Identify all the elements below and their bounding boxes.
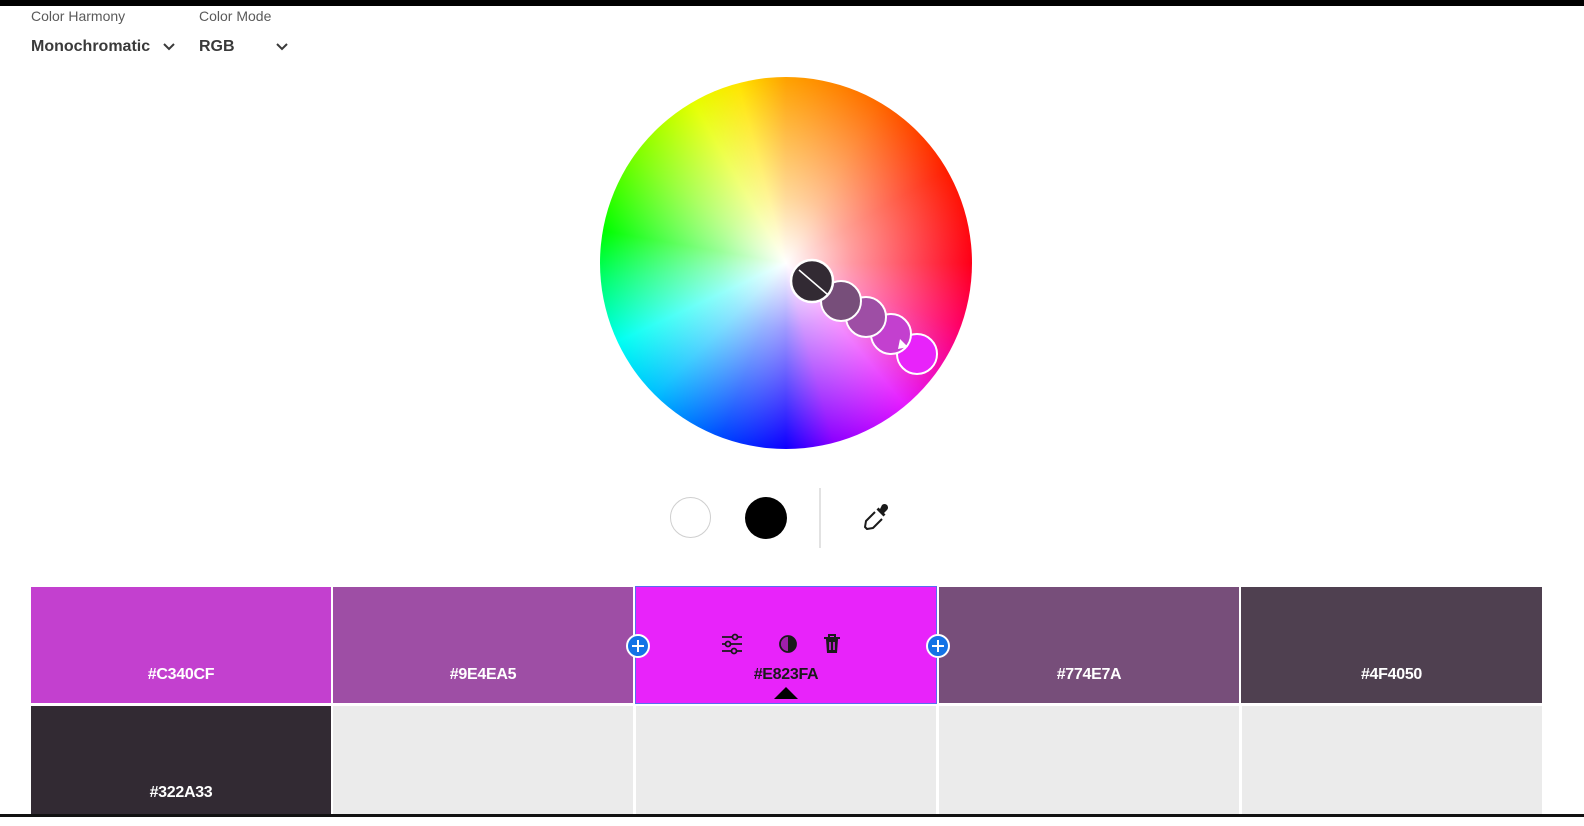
swatch-4[interactable]: #774E7A <box>939 587 1239 703</box>
white-color-button[interactable] <box>670 497 711 538</box>
color-harmony-control: Color Harmony Monochromatic <box>31 8 176 56</box>
tools-divider <box>819 488 821 548</box>
swatch-hex: #4F4050 <box>1360 666 1423 683</box>
selected-pointer <box>774 687 798 699</box>
swatch-3-selected[interactable]: #E823FA <box>635 586 937 704</box>
eyedropper-icon[interactable] <box>862 502 892 532</box>
swatch-hex: #C340CF <box>147 666 215 683</box>
chevron-down-icon <box>163 43 175 51</box>
top-border <box>0 0 1584 6</box>
empty-swatch-slot <box>333 706 633 824</box>
add-swatch-right-button[interactable] <box>926 634 950 658</box>
empty-swatch-slot <box>939 706 1239 824</box>
color-harmony-value: Monochromatic <box>31 38 151 55</box>
empty-swatch-slot <box>1242 706 1542 824</box>
swatch-hex: #9E4EA5 <box>449 666 517 683</box>
empty-swatch-slot <box>636 706 936 824</box>
color-harmony-dropdown[interactable]: Monochromatic <box>31 38 176 56</box>
palette: #C340CF #9E4EA5 #E823FA #774E7A #4F4050 … <box>31 586 1542 824</box>
color-mode-dropdown[interactable]: RGB <box>199 38 289 56</box>
color-mode-label: Color Mode <box>199 8 272 24</box>
bottom-border <box>0 814 1584 817</box>
swatch-2[interactable]: #9E4EA5 <box>333 587 633 703</box>
sliders-icon[interactable] <box>720 632 744 656</box>
swatch-hex: #E823FA <box>753 666 819 683</box>
swatch-actions <box>636 632 936 656</box>
swatch-6[interactable]: #322A33 <box>31 706 331 817</box>
swatch-hex: #774E7A <box>1056 666 1122 683</box>
swatch-5[interactable]: #4F4050 <box>1241 587 1542 703</box>
swatch-hex: #322A33 <box>149 784 213 801</box>
add-swatch-left-button[interactable] <box>626 634 650 658</box>
color-harmony-label: Color Harmony <box>31 8 126 24</box>
swatch-1[interactable]: #C340CF <box>31 587 331 703</box>
contrast-icon[interactable] <box>776 632 800 656</box>
trash-icon[interactable] <box>820 632 844 656</box>
color-mode-value: RGB <box>199 38 235 55</box>
black-color-button[interactable] <box>745 497 787 539</box>
color-mode-control: Color Mode RGB <box>199 8 289 56</box>
color-wheel-handles <box>789 258 938 375</box>
chevron-down-icon <box>276 43 288 51</box>
